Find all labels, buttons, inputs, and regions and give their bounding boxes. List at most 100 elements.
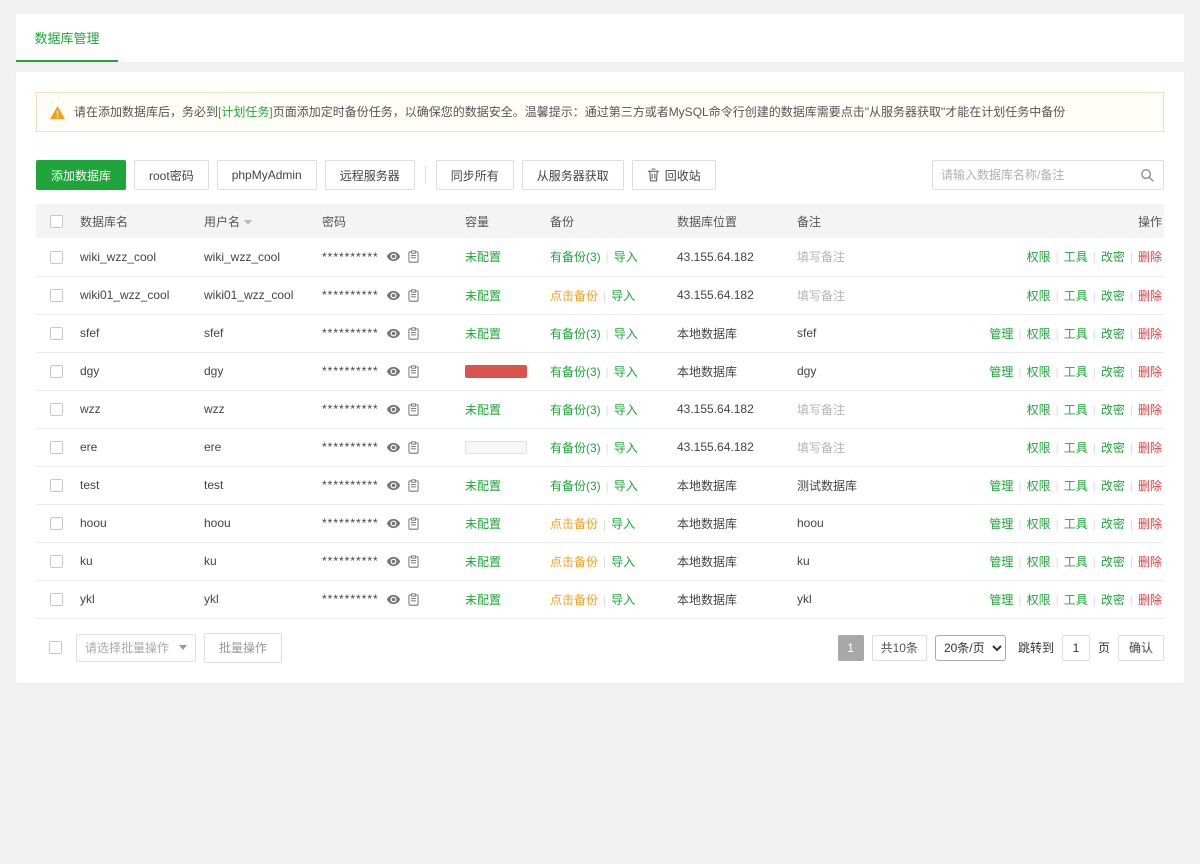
- action-manage-link[interactable]: 管理: [989, 479, 1013, 493]
- action-perm-link[interactable]: 权限: [1027, 403, 1051, 417]
- bulk-action-button[interactable]: 批量操作: [204, 633, 282, 663]
- action-repwd-link[interactable]: 改密: [1101, 327, 1125, 341]
- row-checkbox[interactable]: [50, 593, 63, 606]
- cron-task-link[interactable]: [计划任务]: [218, 105, 273, 119]
- capacity-link[interactable]: 未配置: [465, 555, 501, 569]
- action-repwd-link[interactable]: 改密: [1101, 479, 1125, 493]
- action-tools-link[interactable]: 工具: [1064, 250, 1088, 264]
- action-perm-link[interactable]: 权限: [1027, 250, 1051, 264]
- search-input[interactable]: [933, 161, 1131, 189]
- capacity-bar[interactable]: [465, 365, 527, 378]
- row-checkbox[interactable]: [50, 517, 63, 530]
- db-note[interactable]: sfef: [797, 326, 816, 340]
- show-password-icon[interactable]: [386, 594, 401, 605]
- capacity-link[interactable]: 未配置: [465, 403, 501, 417]
- action-manage-link[interactable]: 管理: [989, 593, 1013, 607]
- action-tools-link[interactable]: 工具: [1064, 517, 1088, 531]
- db-note[interactable]: ku: [797, 554, 810, 568]
- recycle-bin-button[interactable]: 回收站: [632, 160, 716, 190]
- action-delete-link[interactable]: 删除: [1138, 365, 1162, 379]
- action-repwd-link[interactable]: 改密: [1101, 403, 1125, 417]
- copy-password-icon[interactable]: [408, 250, 419, 263]
- backup-link[interactable]: 有备份(3): [550, 327, 601, 341]
- show-password-icon[interactable]: [386, 328, 401, 339]
- per-page-select[interactable]: 20条/页: [935, 635, 1006, 661]
- capacity-link[interactable]: 未配置: [465, 593, 501, 607]
- action-tools-link[interactable]: 工具: [1064, 327, 1088, 341]
- row-checkbox[interactable]: [50, 479, 63, 492]
- import-link[interactable]: 导入: [614, 365, 638, 379]
- capacity-link[interactable]: 未配置: [465, 289, 501, 303]
- action-repwd-link[interactable]: 改密: [1101, 365, 1125, 379]
- copy-password-icon[interactable]: [408, 403, 419, 416]
- action-manage-link[interactable]: 管理: [989, 365, 1013, 379]
- action-tools-link[interactable]: 工具: [1064, 593, 1088, 607]
- show-password-icon[interactable]: [386, 290, 401, 301]
- action-perm-link[interactable]: 权限: [1027, 365, 1051, 379]
- show-password-icon[interactable]: [386, 518, 401, 529]
- fetch-from-server-button[interactable]: 从服务器获取: [522, 160, 624, 190]
- import-link[interactable]: 导入: [611, 517, 635, 531]
- action-repwd-link[interactable]: 改密: [1101, 517, 1125, 531]
- action-delete-link[interactable]: 删除: [1138, 555, 1162, 569]
- import-link[interactable]: 导入: [611, 555, 635, 569]
- backup-link[interactable]: 有备份(3): [550, 365, 601, 379]
- action-tools-link[interactable]: 工具: [1064, 441, 1088, 455]
- jump-page-input[interactable]: [1062, 635, 1090, 661]
- action-repwd-link[interactable]: 改密: [1101, 593, 1125, 607]
- action-tools-link[interactable]: 工具: [1064, 403, 1088, 417]
- import-link[interactable]: 导入: [614, 250, 638, 264]
- db-note[interactable]: hoou: [797, 516, 824, 530]
- row-checkbox[interactable]: [50, 403, 63, 416]
- copy-password-icon[interactable]: [408, 289, 419, 302]
- search-icon[interactable]: [1131, 161, 1163, 189]
- backup-link[interactable]: 有备份(3): [550, 403, 601, 417]
- action-delete-link[interactable]: 删除: [1138, 327, 1162, 341]
- row-checkbox[interactable]: [50, 289, 63, 302]
- footer-select-all-checkbox[interactable]: [49, 641, 62, 654]
- action-manage-link[interactable]: 管理: [989, 327, 1013, 341]
- action-perm-link[interactable]: 权限: [1027, 327, 1051, 341]
- backup-link[interactable]: 点击备份: [550, 517, 598, 531]
- action-repwd-link[interactable]: 改密: [1101, 289, 1125, 303]
- action-perm-link[interactable]: 权限: [1027, 555, 1051, 569]
- copy-password-icon[interactable]: [408, 517, 419, 530]
- action-delete-link[interactable]: 删除: [1138, 250, 1162, 264]
- row-checkbox[interactable]: [50, 365, 63, 378]
- row-checkbox[interactable]: [50, 327, 63, 340]
- action-delete-link[interactable]: 删除: [1138, 593, 1162, 607]
- backup-link[interactable]: 点击备份: [550, 593, 598, 607]
- action-perm-link[interactable]: 权限: [1027, 517, 1051, 531]
- capacity-link[interactable]: 未配置: [465, 517, 501, 531]
- capacity-link[interactable]: 未配置: [465, 479, 501, 493]
- db-note[interactable]: 填写备注: [797, 403, 845, 417]
- add-database-button[interactable]: 添加数据库: [36, 160, 126, 190]
- action-repwd-link[interactable]: 改密: [1101, 250, 1125, 264]
- copy-password-icon[interactable]: [408, 593, 419, 606]
- action-tools-link[interactable]: 工具: [1064, 479, 1088, 493]
- copy-password-icon[interactable]: [408, 479, 419, 492]
- show-password-icon[interactable]: [386, 404, 401, 415]
- action-tools-link[interactable]: 工具: [1064, 289, 1088, 303]
- show-password-icon[interactable]: [386, 442, 401, 453]
- backup-link[interactable]: 有备份(3): [550, 479, 601, 493]
- action-perm-link[interactable]: 权限: [1027, 289, 1051, 303]
- sort-caret-icon[interactable]: [244, 220, 252, 225]
- import-link[interactable]: 导入: [614, 403, 638, 417]
- action-repwd-link[interactable]: 改密: [1101, 555, 1125, 569]
- action-delete-link[interactable]: 删除: [1138, 517, 1162, 531]
- import-link[interactable]: 导入: [614, 479, 638, 493]
- backup-link[interactable]: 点击备份: [550, 289, 598, 303]
- confirm-button[interactable]: 确认: [1118, 635, 1164, 661]
- backup-link[interactable]: 点击备份: [550, 555, 598, 569]
- db-note[interactable]: 填写备注: [797, 441, 845, 455]
- show-password-icon[interactable]: [386, 480, 401, 491]
- root-password-button[interactable]: root密码: [134, 160, 209, 190]
- action-delete-link[interactable]: 删除: [1138, 289, 1162, 303]
- capacity-link[interactable]: 未配置: [465, 250, 501, 264]
- action-tools-link[interactable]: 工具: [1064, 555, 1088, 569]
- action-perm-link[interactable]: 权限: [1027, 441, 1051, 455]
- import-link[interactable]: 导入: [611, 289, 635, 303]
- tab-database-management[interactable]: 数据库管理: [16, 14, 118, 62]
- action-delete-link[interactable]: 删除: [1138, 479, 1162, 493]
